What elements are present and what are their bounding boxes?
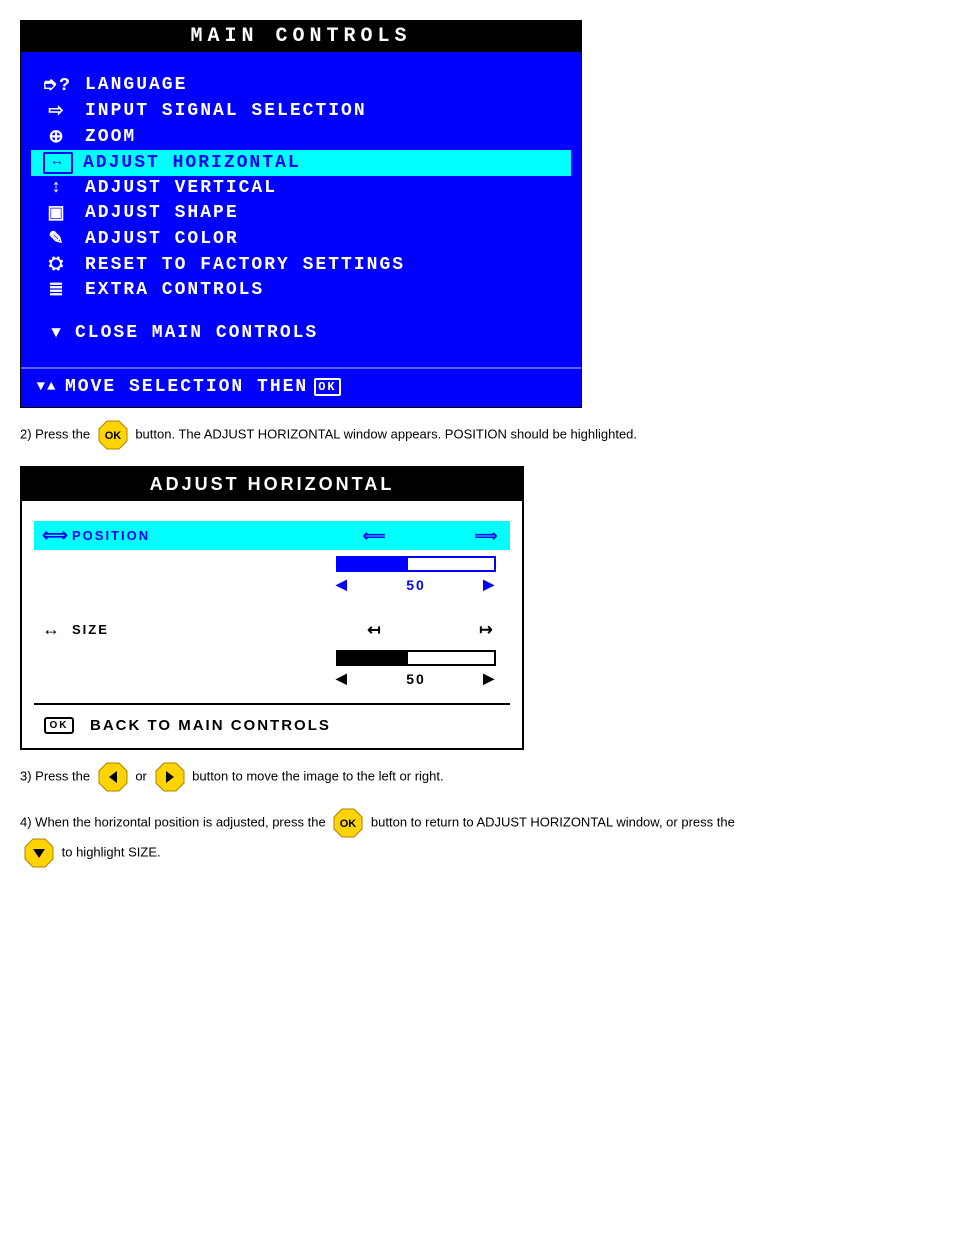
step-text: 4) When the horizontal position is adjus… xyxy=(20,814,329,829)
svg-text:OK: OK xyxy=(104,430,121,442)
position-icon: ⟺ xyxy=(42,525,72,546)
size-slider[interactable]: ◀ 50 ▶ xyxy=(34,644,510,687)
menu-item-input-signal[interactable]: ⇨ INPUT SIGNAL SELECTION xyxy=(31,98,571,124)
expand-icon: ↦ xyxy=(472,620,502,640)
left-button-icon xyxy=(98,762,128,792)
menu-item-reset-factory[interactable]: ⛭ RESET TO FACTORY SETTINGS xyxy=(31,252,571,277)
up-down-icon: ▼▲ xyxy=(29,379,65,395)
setting-label: POSITION xyxy=(72,528,360,543)
arrow-right-icon[interactable]: ▶ xyxy=(483,670,496,687)
shift-left-icon: ⟸ xyxy=(360,526,390,546)
arrow-left-icon[interactable]: ◀ xyxy=(336,670,349,687)
menu-label: ADJUST SHAPE xyxy=(75,203,239,223)
setting-label: SIZE xyxy=(72,622,360,637)
menu-item-adjust-horizontal[interactable]: ↔ ADJUST HORIZONTAL xyxy=(31,150,571,176)
menu-label: EXTRA CONTROLS xyxy=(75,280,264,300)
menu-item-adjust-color[interactable]: ✎ ADJUST COLOR xyxy=(31,226,571,252)
footer-label: MOVE SELECTION THEN xyxy=(65,377,308,397)
close-down-icon: ▼ xyxy=(39,324,75,342)
slider-value: 50 xyxy=(406,671,426,687)
ok-button-icon: OK xyxy=(98,420,128,450)
instruction-step-4: 4) When the horizontal position is adjus… xyxy=(20,808,954,868)
setting-size[interactable]: ↔ SIZE ↤ ↦ xyxy=(34,615,510,644)
adjust-horizontal-osd: ADJUST HORIZONTAL ⟺ POSITION ⟸ ⟹ ◀ 50 ▶ … xyxy=(20,466,524,750)
instruction-step-3: 3) Press the or button to move the image… xyxy=(20,762,954,792)
step-text: button to move the image to the left or … xyxy=(192,768,443,783)
main-controls-osd: MAIN CONTROLS ➮? LANGUAGE ⇨ INPUT SIGNAL… xyxy=(20,20,582,408)
step-text: button. The ADJUST HORIZONTAL window app… xyxy=(135,426,637,441)
shift-right-icon: ⟹ xyxy=(472,526,502,546)
menu-label: ADJUST COLOR xyxy=(75,229,239,249)
back-to-main[interactable]: OK BACK TO MAIN CONTROLS xyxy=(22,705,522,748)
menu-item-close[interactable]: ▼ CLOSE MAIN CONTROLS xyxy=(31,303,571,361)
arrow-left-icon[interactable]: ◀ xyxy=(336,576,349,593)
main-controls-title: MAIN CONTROLS xyxy=(21,21,581,52)
adjust-color-icon: ✎ xyxy=(39,228,75,250)
position-slider[interactable]: ◀ 50 ▶ xyxy=(34,550,510,593)
down-button-icon xyxy=(24,838,54,868)
slider-value: 50 xyxy=(406,577,426,593)
menu-label: ADJUST HORIZONTAL xyxy=(73,153,301,173)
menu-label: LANGUAGE xyxy=(75,75,187,95)
menu-item-language[interactable]: ➮? LANGUAGE xyxy=(31,72,571,98)
menu-item-adjust-vertical[interactable]: ↕ ADJUST VERTICAL xyxy=(31,176,571,200)
menu-label: INPUT SIGNAL SELECTION xyxy=(75,101,367,121)
step-text: 3) Press the xyxy=(20,768,94,783)
reset-icon: ⛭ xyxy=(39,254,75,275)
menu-label: CLOSE MAIN CONTROLS xyxy=(75,323,318,343)
menu-item-adjust-shape[interactable]: ▣ ADJUST SHAPE xyxy=(31,200,571,226)
svg-text:OK: OK xyxy=(340,818,357,830)
shrink-icon: ↤ xyxy=(360,620,390,640)
adjust-vertical-icon: ↕ xyxy=(39,178,75,198)
back-label: BACK TO MAIN CONTROLS xyxy=(90,717,331,734)
instruction-step-2: 2) Press the OK button. The ADJUST HORIZ… xyxy=(20,420,954,450)
menu-label: ADJUST VERTICAL xyxy=(75,178,277,198)
adjust-horizontal-icon: ↔ xyxy=(43,152,73,174)
adjust-shape-icon: ▣ xyxy=(39,202,75,224)
menu-label: ZOOM xyxy=(75,127,136,147)
setting-position[interactable]: ⟺ POSITION ⟸ ⟹ xyxy=(34,521,510,550)
ok-icon: OK xyxy=(314,378,340,396)
input-signal-icon: ⇨ xyxy=(39,100,75,122)
step-text: button to return to ADJUST HORIZONTAL wi… xyxy=(371,814,735,829)
step-text: to highlight SIZE. xyxy=(62,844,161,859)
size-icon: ↔ xyxy=(42,619,72,640)
menu-item-zoom[interactable]: ⊕ ZOOM xyxy=(31,124,571,150)
main-controls-menu: ➮? LANGUAGE ⇨ INPUT SIGNAL SELECTION ⊕ Z… xyxy=(21,52,581,367)
ok-button-icon: OK xyxy=(333,808,363,838)
step-text: 2) Press the xyxy=(20,426,94,441)
step-text: or xyxy=(135,768,150,783)
right-button-icon xyxy=(155,762,185,792)
ok-icon: OK xyxy=(44,717,74,734)
extra-controls-icon: ≣ xyxy=(39,279,75,301)
language-icon: ➮? xyxy=(39,74,75,96)
menu-label: RESET TO FACTORY SETTINGS xyxy=(75,255,405,275)
menu-item-extra-controls[interactable]: ≣ EXTRA CONTROLS xyxy=(31,277,571,303)
zoom-icon: ⊕ xyxy=(39,126,75,148)
arrow-right-icon[interactable]: ▶ xyxy=(483,576,496,593)
adjust-horizontal-title: ADJUST HORIZONTAL xyxy=(22,468,522,501)
osd-footer-hint: ▼▲ MOVE SELECTION THEN OK xyxy=(21,369,581,407)
